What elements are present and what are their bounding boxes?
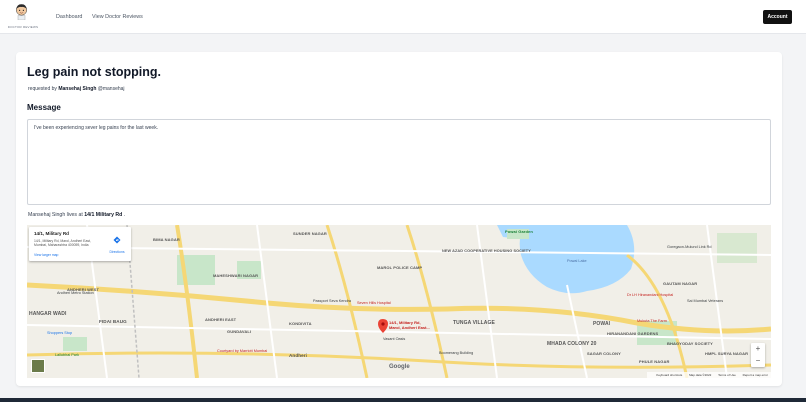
- requested-by-prefix: requested by: [28, 86, 57, 92]
- message-box[interactable]: I've been experiencing sever leg pains f…: [27, 119, 771, 205]
- map-data-label: Map data ©2022: [689, 373, 712, 377]
- map-area-label: NEW AZAD COOPERATIVE HOUSING SOCIETY: [442, 249, 531, 253]
- requester-handle: @mansehaj: [97, 86, 125, 92]
- page-bottom-strip: [0, 398, 806, 402]
- zoom-in-button[interactable]: +: [751, 343, 765, 355]
- map-poi-label[interactable]: Sai Mumbai Veterans: [687, 299, 723, 303]
- map-area-label: HIRANANDANI GARDENS: [607, 331, 659, 336]
- zoom-controls: + −: [751, 343, 765, 367]
- map-area-label: MAROL POLICE CAMP: [377, 265, 423, 270]
- map-area-label: Andheri: [289, 353, 308, 358]
- address-suffix: .: [123, 212, 126, 218]
- map-poi-label[interactable]: Passport Seva Kendra: [313, 299, 351, 303]
- logo-text: DOCTOR REVIEWS: [7, 25, 39, 29]
- pin-label-line: Marol, Andheri East...: [389, 324, 430, 330]
- directions-label: Directions: [109, 250, 125, 254]
- map-area-label: MAHESHWARI NAGAR: [213, 273, 259, 278]
- doctor-avatar-icon: [16, 4, 27, 20]
- request-card: Leg pain not stopping. requested by Mans…: [16, 52, 782, 386]
- map-poi-label[interactable]: Seven Hills Hospital: [357, 301, 391, 305]
- map-area-label: Powai Garden: [505, 229, 533, 234]
- zoom-out-button[interactable]: −: [751, 355, 765, 367]
- map-base-layer: [27, 225, 771, 378]
- map-poi-label[interactable]: Vasant Oasis: [383, 337, 405, 341]
- keyboard-shortcuts-link[interactable]: Keyboard shortcuts: [656, 373, 682, 377]
- map-area-label: GUNDAVALI: [227, 329, 252, 334]
- map-area-label: BHAGYODAY SOCIETY: [667, 341, 713, 346]
- info-card-address: 14/1, Military Rd, Marol, Andheri East, …: [34, 239, 91, 247]
- pin-address-label[interactable]: 14/1, Military Rd, Marol, Andheri East..…: [389, 320, 430, 330]
- map-info-card: 14/1, Military Rd 14/1, Military Rd, Mar…: [29, 227, 131, 261]
- map-area-label: HANGAR WADI: [29, 311, 67, 317]
- map-area-label: SAGAR COLONY: [587, 351, 621, 356]
- map-area-label: BIMA NAGAR: [153, 237, 180, 242]
- map-area-label: FIDAI BAUG: [99, 319, 127, 324]
- terms-link[interactable]: Terms of Use: [718, 373, 736, 377]
- directions-icon: [113, 236, 121, 244]
- map-poi-label[interactable]: Courtyard by Marriott Mumbai: [217, 349, 267, 353]
- map-poi-label[interactable]: Goregaon-Mulund Link Rd: [667, 245, 712, 249]
- directions-button[interactable]: Directions: [107, 231, 127, 254]
- map-area-label: HMPL SURYA NAGAR: [705, 351, 749, 356]
- top-navbar: DOCTOR REVIEWS Dashboard View Doctor Rev…: [0, 0, 806, 34]
- map-area-label: KONDIVITA: [289, 321, 312, 326]
- map-area-label: PHULE NAGAR: [639, 359, 670, 364]
- nav-view-doctor-reviews-link[interactable]: View Doctor Reviews: [92, 14, 143, 20]
- info-card-title: 14/1, Military Rd: [34, 231, 69, 236]
- requester-name: Mansehaj Singh: [58, 86, 97, 92]
- view-larger-map-link[interactable]: View larger map: [34, 253, 58, 257]
- message-text: I've been experiencing sever leg pains f…: [34, 125, 159, 131]
- address-line: Mansehaj Singh lives at 14/1 Military Rd…: [28, 212, 125, 218]
- map-area-label: TUNGA VILLAGE: [453, 320, 495, 326]
- map-area-label: GAUTAM NAGAR: [663, 281, 698, 286]
- requested-by-line: requested by Mansehaj Singh @mansehaj: [28, 86, 125, 92]
- map-poi-label[interactable]: Mukuta The Farm: [637, 319, 667, 323]
- satellite-toggle-thumbnail[interactable]: [31, 359, 45, 373]
- map-area-label: MHADA COLONY 20: [547, 341, 597, 347]
- google-logo: Google: [389, 364, 410, 370]
- nav-dashboard-link[interactable]: Dashboard: [56, 14, 82, 20]
- message-heading: Message: [27, 103, 61, 112]
- app-logo[interactable]: DOCTOR REVIEWS: [6, 3, 38, 33]
- map-poi-label[interactable]: Andheri Metro Station: [57, 291, 94, 295]
- embedded-map[interactable]: ANDHERI EAST KONDIVITA TUNGA VILLAGE HAN…: [27, 225, 771, 378]
- map-area-label: SUNDER NAGAR: [293, 231, 327, 236]
- map-poi-label[interactable]: Shoppers Stop: [47, 331, 72, 335]
- account-button[interactable]: Account: [763, 10, 792, 24]
- map-poi-label[interactable]: Powai Lake: [567, 259, 587, 263]
- address-prefix: Mansehaj Singh lives at: [28, 212, 83, 218]
- map-poi-label[interactable]: Boomerang Building: [439, 351, 473, 355]
- map-footer: Keyboard shortcuts Map data ©2022 Terms …: [647, 372, 771, 378]
- map-poi-label[interactable]: Dr LH Hiranandani Hospital: [627, 293, 673, 297]
- map-area-label: ANDHERI EAST: [205, 317, 237, 322]
- map-poi-label[interactable]: Lallubhai Park: [55, 353, 79, 357]
- report-error-link[interactable]: Report a map error: [743, 373, 768, 377]
- request-title: Leg pain not stopping.: [27, 65, 162, 79]
- address-value: 14/1 Military Rd: [84, 212, 123, 218]
- map-area-label: POWAI: [593, 321, 611, 327]
